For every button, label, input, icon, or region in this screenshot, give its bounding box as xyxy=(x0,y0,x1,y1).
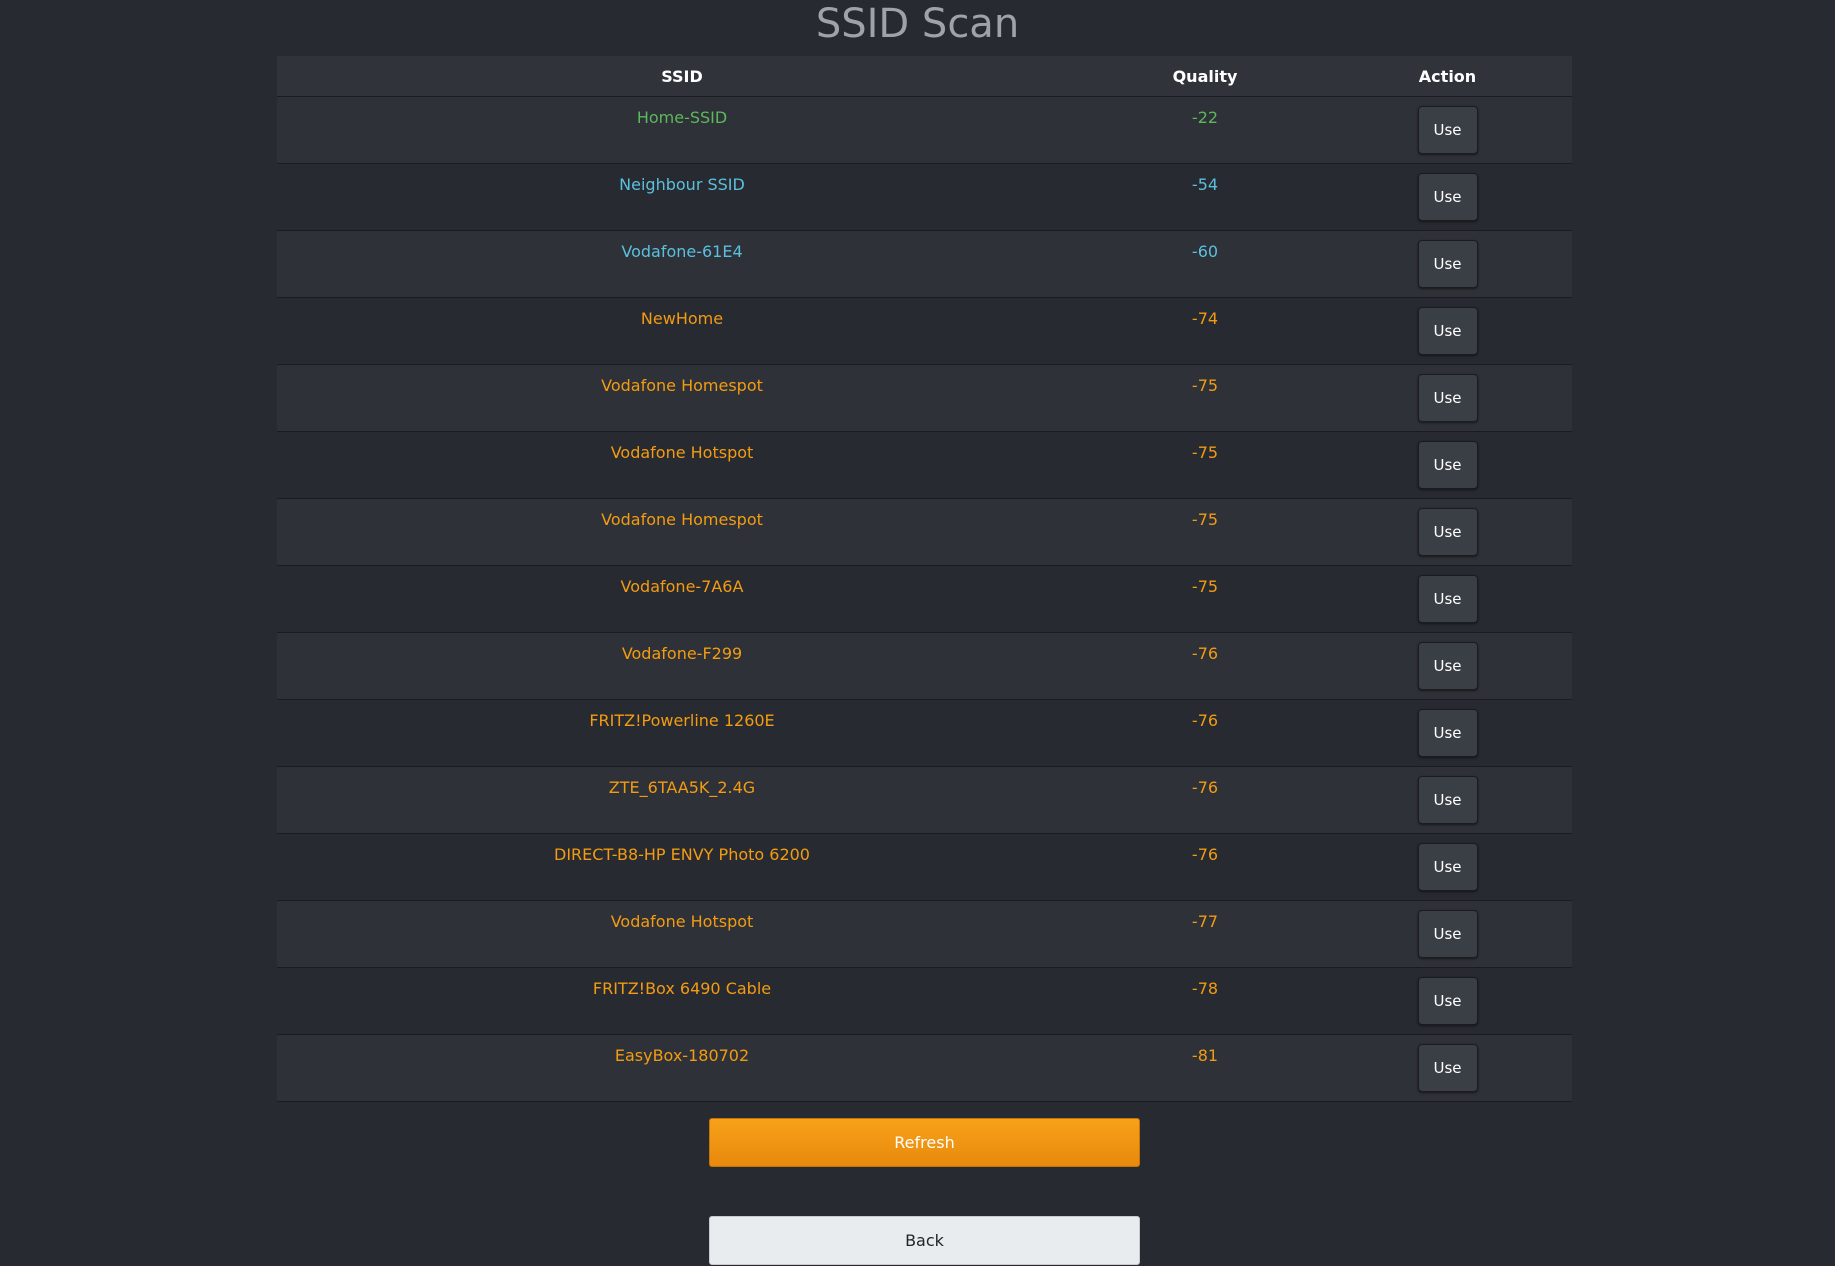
table-row: DIRECT-B8-HP ENVY Photo 6200 -76 Use xyxy=(277,834,1572,901)
header-quality: Quality xyxy=(1172,66,1238,86)
ssid-cell: Vodafone Hotspot xyxy=(610,912,754,931)
page-title: SSID Scan xyxy=(815,1,1020,47)
ssid-cell: Vodafone-F299 xyxy=(621,644,743,663)
ssid-cell: Home-SSID xyxy=(636,108,728,127)
use-button[interactable]: Use xyxy=(1417,240,1478,288)
ssid-cell: Vodafone-61E4 xyxy=(621,242,743,261)
ssid-cell: FRITZ!Powerline 1260E xyxy=(589,711,775,730)
table-row: Vodafone-7A6A -75 Use xyxy=(277,566,1572,633)
header-action: Action xyxy=(1418,66,1477,86)
action-cell: Use xyxy=(1323,968,1572,1025)
ssid-table: SSID Quality Action Home-SSID -22 Use Neigh… xyxy=(277,56,1572,1102)
use-button[interactable]: Use xyxy=(1417,106,1478,154)
ssid-cell: ZTE_6TAA5K_2.4G xyxy=(608,778,756,797)
ssid-cell: Vodafone-7A6A xyxy=(620,577,744,596)
ssid-cell: Vodafone Homespot xyxy=(601,510,763,529)
table-body: Home-SSID -22 Use Neighbour SSID -54 Use Vodaf… xyxy=(277,97,1572,1102)
use-button[interactable]: Use xyxy=(1417,441,1478,489)
action-cell: Use xyxy=(1323,767,1572,824)
action-cell: Use xyxy=(1323,365,1572,422)
table-row: Vodafone Homespot -75 Use xyxy=(277,499,1572,566)
ssid-cell: NewHome xyxy=(640,309,724,328)
quality-cell: -76 xyxy=(1191,778,1219,797)
use-button[interactable]: Use xyxy=(1417,374,1478,422)
use-button[interactable]: Use xyxy=(1417,575,1478,623)
refresh-button[interactable]: Refresh xyxy=(709,1118,1140,1167)
action-cell: Use xyxy=(1323,566,1572,623)
action-cell: Use xyxy=(1323,834,1572,891)
quality-cell: -75 xyxy=(1191,443,1219,462)
table-row: FRITZ!Powerline 1260E -76 Use xyxy=(277,700,1572,767)
table-row: Vodafone-F299 -76 Use xyxy=(277,633,1572,700)
table-row: Neighbour SSID -54 Use xyxy=(277,164,1572,231)
quality-cell: -75 xyxy=(1191,510,1219,529)
use-button[interactable]: Use xyxy=(1417,642,1478,690)
ssid-cell: DIRECT-B8-HP ENVY Photo 6200 xyxy=(554,845,810,864)
table-row: ZTE_6TAA5K_2.4G -76 Use xyxy=(277,767,1572,834)
quality-cell: -76 xyxy=(1191,644,1219,663)
action-cell: Use xyxy=(1323,1035,1572,1092)
quality-cell: -22 xyxy=(1191,108,1219,127)
use-button[interactable]: Use xyxy=(1417,173,1478,221)
header-ssid: SSID xyxy=(661,66,703,86)
ssid-cell: Vodafone Homespot xyxy=(601,376,763,395)
table-header: SSID Quality Action xyxy=(277,56,1572,97)
table-row: EasyBox-180702 -81 Use xyxy=(277,1035,1572,1102)
action-cell: Use xyxy=(1323,97,1572,154)
quality-cell: -77 xyxy=(1191,912,1219,931)
table-row: Vodafone-61E4 -60 Use xyxy=(277,231,1572,298)
quality-cell: -60 xyxy=(1191,242,1219,261)
table-row: FRITZ!Box 6490 Cable -78 Use xyxy=(277,968,1572,1035)
use-button[interactable]: Use xyxy=(1417,843,1478,891)
quality-cell: -76 xyxy=(1191,711,1219,730)
action-cell: Use xyxy=(1323,432,1572,489)
ssid-cell: Neighbour SSID xyxy=(619,175,745,194)
use-button[interactable]: Use xyxy=(1417,977,1478,1025)
table-row: Vodafone Hotspot -75 Use xyxy=(277,432,1572,499)
table-row: Vodafone Hotspot -77 Use xyxy=(277,901,1572,968)
use-button[interactable]: Use xyxy=(1417,776,1478,824)
action-cell: Use xyxy=(1323,700,1572,757)
quality-cell: -75 xyxy=(1191,577,1219,596)
quality-cell: -78 xyxy=(1191,979,1219,998)
table-row: Vodafone Homespot -75 Use xyxy=(277,365,1572,432)
action-cell: Use xyxy=(1323,499,1572,556)
use-button[interactable]: Use xyxy=(1417,910,1478,958)
use-button[interactable]: Use xyxy=(1417,1044,1478,1092)
ssid-cell: Vodafone Hotspot xyxy=(610,443,754,462)
action-cell: Use xyxy=(1323,901,1572,958)
ssid-cell: EasyBox-180702 xyxy=(614,1046,750,1065)
table-row: Home-SSID -22 Use xyxy=(277,97,1572,164)
quality-cell: -81 xyxy=(1191,1046,1219,1065)
use-button[interactable]: Use xyxy=(1417,709,1478,757)
ssid-cell: FRITZ!Box 6490 Cable xyxy=(592,979,772,998)
ssid-scan-page: SSID Scan SSID Quality Action Home-SSID -… xyxy=(0,0,1835,1266)
back-button[interactable]: Back xyxy=(709,1216,1140,1265)
quality-cell: -75 xyxy=(1191,376,1219,395)
action-cell: Use xyxy=(1323,298,1572,355)
quality-cell: -76 xyxy=(1191,845,1219,864)
use-button[interactable]: Use xyxy=(1417,307,1478,355)
quality-cell: -54 xyxy=(1191,175,1219,194)
action-cell: Use xyxy=(1323,231,1572,288)
action-cell: Use xyxy=(1323,164,1572,221)
table-row: NewHome -74 Use xyxy=(277,298,1572,365)
quality-cell: -74 xyxy=(1191,309,1219,328)
action-cell: Use xyxy=(1323,633,1572,690)
use-button[interactable]: Use xyxy=(1417,508,1478,556)
